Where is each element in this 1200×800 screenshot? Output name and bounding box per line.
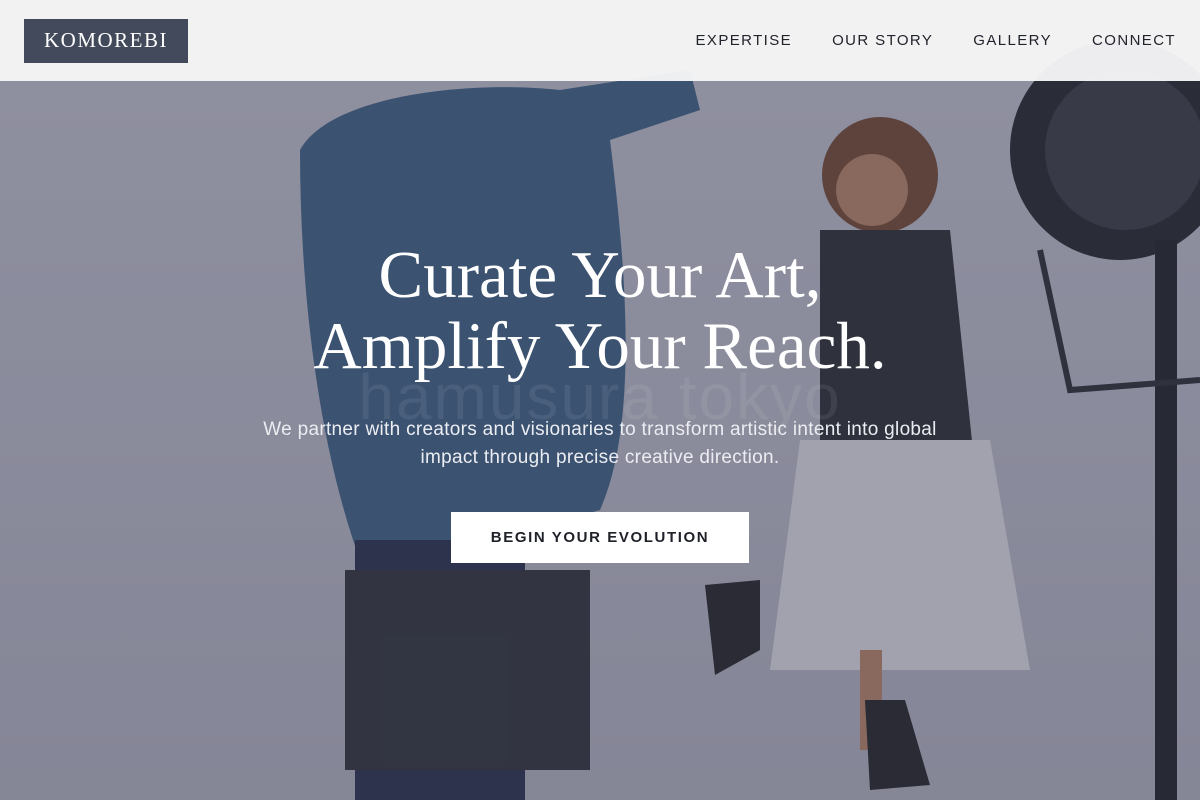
brand-logo[interactable]: KOMOREBI [24, 18, 189, 63]
nav-link-connect[interactable]: CONNECT [1092, 32, 1176, 49]
begin-evolution-button[interactable]: BEGIN YOUR EVOLUTION [450, 512, 750, 563]
hero-headline-line-1: Curate Your Art, [378, 238, 822, 312]
hero-headline-line-2: Amplify Your Reach. [313, 309, 887, 383]
site-header: KOMOREBI EXPERTISE OUR STORY GALLERY CON… [0, 0, 1200, 81]
hero-headline: Curate Your Art, Amplify Your Reach. [0, 240, 1200, 382]
nav-link-gallery[interactable]: GALLERY [973, 32, 1052, 49]
hero-subtitle: We partner with creators and visionaries… [263, 419, 937, 468]
hero-section: Curate Your Art, Amplify Your Reach. We … [0, 240, 1200, 563]
nav-link-expertise[interactable]: EXPERTISE [696, 32, 793, 49]
main-nav: EXPERTISE OUR STORY GALLERY CONNECT [696, 32, 1176, 49]
nav-link-our-story[interactable]: OUR STORY [832, 32, 933, 49]
